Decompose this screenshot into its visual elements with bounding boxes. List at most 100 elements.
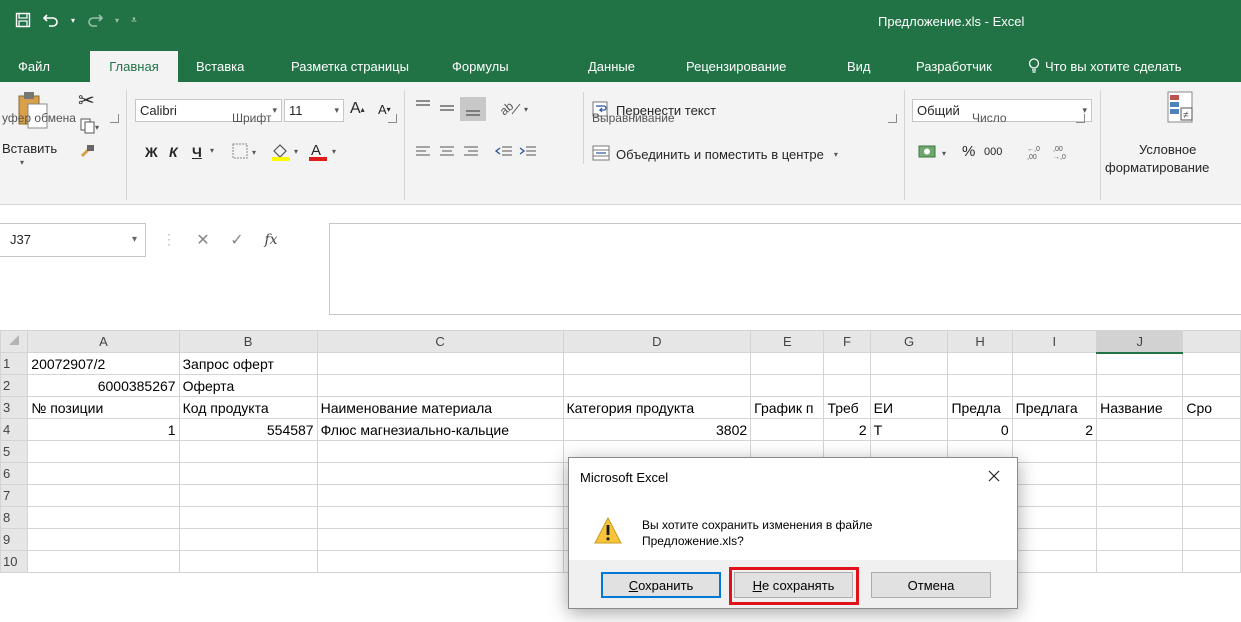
cell[interactable] (1096, 528, 1184, 551)
orientation-icon[interactable]: ab ▾ (498, 99, 532, 117)
column-header-a[interactable]: A (27, 330, 180, 353)
column-header-f[interactable]: F (823, 330, 871, 353)
column-header-k[interactable] (1182, 330, 1241, 353)
font-size-select[interactable]: 11 ▾ (284, 99, 344, 122)
cell[interactable]: График п (750, 396, 825, 419)
paste-dropdown-icon[interactable]: ▾ (20, 158, 24, 167)
cell[interactable] (178, 440, 318, 463)
dont-save-button[interactable]: Не сохранять (734, 572, 853, 598)
cell[interactable]: Предлага (1011, 396, 1098, 419)
cell[interactable] (27, 528, 180, 551)
decrease-decimal-icon[interactable]: ,00 →,0 (1052, 143, 1074, 161)
cell[interactable] (1096, 418, 1184, 441)
redo-icon[interactable] (84, 9, 106, 31)
row-header[interactable]: 9 (0, 528, 29, 551)
cell[interactable]: ЕИ (869, 396, 949, 419)
paste-icon[interactable] (16, 88, 50, 132)
cell[interactable] (316, 550, 564, 573)
clipboard-launcher-icon[interactable] (110, 114, 119, 123)
name-box[interactable]: J37 ▾ (0, 223, 146, 257)
cell[interactable] (869, 374, 949, 397)
cell[interactable] (1011, 550, 1098, 573)
cell[interactable] (1011, 484, 1098, 507)
cell[interactable] (316, 484, 564, 507)
row-header[interactable]: 1 (0, 352, 29, 375)
align-right-icon[interactable] (462, 145, 480, 159)
font-launcher-icon[interactable] (388, 114, 397, 123)
number-launcher-icon[interactable] (1076, 114, 1085, 123)
merge-center-button[interactable]: Объединить и поместить в центре ▾ (592, 145, 838, 164)
confirm-entry-icon[interactable]: ✓ (226, 229, 248, 251)
column-header-h[interactable]: H (947, 330, 1013, 353)
row-header[interactable]: 6 (0, 462, 29, 485)
cell[interactable]: 0 (947, 418, 1013, 441)
tab-home[interactable]: Главная (90, 51, 178, 82)
cell[interactable] (1011, 528, 1098, 551)
conditional-formatting-label-1[interactable]: Условное (1139, 142, 1196, 157)
select-all-corner[interactable] (0, 330, 29, 353)
align-left-icon[interactable] (414, 145, 432, 159)
close-icon[interactable] (981, 463, 1007, 489)
cell[interactable] (178, 484, 318, 507)
font-color-icon[interactable]: A ▾ (308, 141, 342, 161)
cell[interactable] (316, 528, 564, 551)
cell[interactable] (1182, 418, 1241, 441)
cell[interactable] (1096, 374, 1184, 397)
tab-data[interactable]: Данные (582, 51, 641, 82)
row-header[interactable]: 8 (0, 506, 29, 529)
cell[interactable] (823, 352, 871, 375)
cell[interactable] (750, 352, 825, 375)
cell[interactable] (1096, 506, 1184, 529)
cell[interactable] (27, 462, 180, 485)
format-painter-icon[interactable] (78, 142, 96, 160)
row-header[interactable]: 10 (0, 550, 29, 573)
cell[interactable] (1182, 528, 1241, 551)
customize-qat-icon[interactable]: ⩡ (128, 9, 140, 31)
cell[interactable] (316, 462, 564, 485)
borders-icon[interactable]: ▾ (232, 143, 262, 159)
cell[interactable]: Название (1096, 396, 1184, 419)
row-header[interactable]: 7 (0, 484, 29, 507)
conditional-formatting-label-2[interactable]: форматирование (1105, 160, 1209, 175)
fill-color-icon[interactable]: ▾ (270, 141, 304, 161)
cell[interactable] (1182, 462, 1241, 485)
paste-button[interactable]: Вставить (2, 141, 57, 156)
align-middle-icon[interactable] (438, 100, 456, 116)
cell[interactable]: 1 (27, 418, 180, 441)
tab-developer[interactable]: Разработчик (910, 51, 998, 82)
align-center-icon[interactable] (438, 145, 456, 159)
cell[interactable] (1096, 462, 1184, 485)
tab-insert[interactable]: Вставка (190, 51, 250, 82)
cancel-button[interactable]: Отмена (871, 572, 991, 598)
cell[interactable] (1011, 440, 1098, 463)
bold-button[interactable]: Ж (145, 144, 158, 160)
cell[interactable] (947, 352, 1013, 375)
alignment-launcher-icon[interactable] (888, 114, 897, 123)
cell[interactable] (1182, 506, 1241, 529)
cell[interactable]: Т (869, 418, 949, 441)
row-header[interactable]: 2 (0, 374, 29, 397)
cell[interactable] (1182, 374, 1241, 397)
copy-icon[interactable]: ▾ (80, 118, 100, 134)
cell[interactable] (316, 506, 564, 529)
cell[interactable] (1182, 352, 1241, 375)
cell[interactable]: Сро (1182, 396, 1241, 419)
increase-decimal-icon[interactable]: ←,0,00 (1026, 143, 1048, 161)
cell[interactable]: 3802 (562, 418, 752, 441)
tab-page-layout[interactable]: Разметка страницы (285, 51, 415, 82)
column-header-d[interactable]: D (562, 330, 752, 353)
underline-dropdown-icon[interactable]: ▾ (210, 146, 214, 155)
cell[interactable]: Треб (823, 396, 871, 419)
column-header-j[interactable]: J (1096, 330, 1184, 354)
cell[interactable]: Флюс магнезиально-кальцие (316, 418, 564, 441)
cell[interactable] (1096, 484, 1184, 507)
cell[interactable] (27, 506, 180, 529)
cell[interactable] (1182, 484, 1241, 507)
cancel-entry-icon[interactable]: ✕ (192, 229, 214, 251)
conditional-formatting-icon[interactable]: ≠ (1166, 90, 1194, 124)
cell[interactable] (869, 352, 949, 375)
column-header-g[interactable]: G (869, 330, 949, 353)
cell[interactable] (178, 550, 318, 573)
cell[interactable]: Запрос оферт (178, 352, 318, 375)
undo-icon[interactable] (40, 9, 62, 31)
